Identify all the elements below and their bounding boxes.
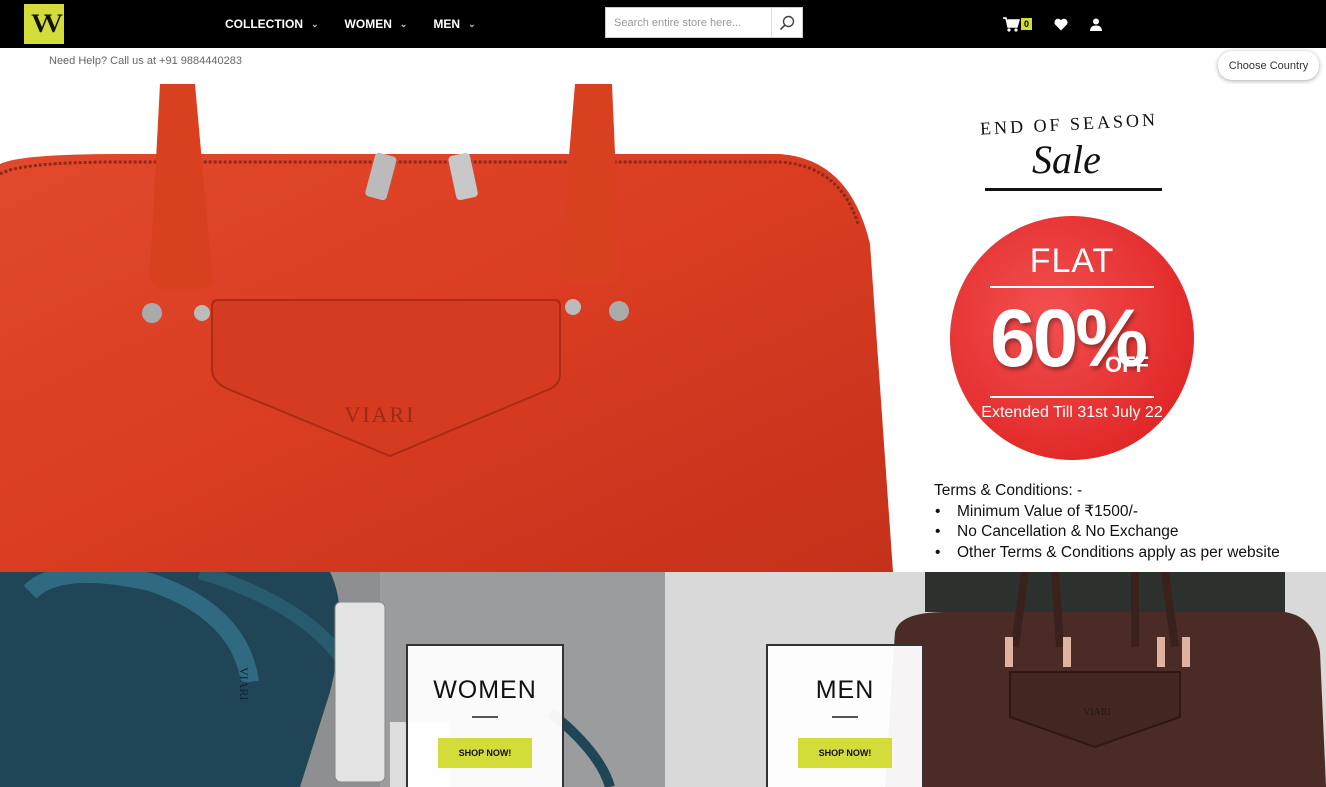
card-divider bbox=[832, 716, 858, 718]
promo-divider bbox=[985, 188, 1162, 191]
promo-title: Sale bbox=[1032, 137, 1101, 182]
search-box bbox=[605, 7, 803, 38]
terms-block: Terms & Conditions: - Minimum Value of ₹… bbox=[934, 481, 1280, 563]
svg-text:VIARI: VIARI bbox=[237, 667, 251, 700]
discount-divider bbox=[990, 286, 1154, 288]
heart-icon bbox=[1054, 18, 1068, 30]
logo-mark: VV bbox=[31, 9, 62, 38]
nav-item-men[interactable]: MEN ⌄ bbox=[433, 17, 475, 31]
user-icon bbox=[1090, 18, 1103, 31]
hero-bag-image: VIARI bbox=[0, 84, 900, 572]
men-shop-now-button[interactable]: SHOP NOW! bbox=[798, 738, 892, 768]
cart-count-badge: 0 bbox=[1021, 18, 1033, 30]
brand-logo[interactable]: VV bbox=[24, 4, 64, 44]
nav-label: COLLECTION bbox=[225, 17, 303, 31]
women-category-tile[interactable]: VIARI WOMEN SHOP NOW! bbox=[0, 572, 665, 787]
nav-label: MEN bbox=[433, 17, 461, 31]
women-card: WOMEN SHOP NOW! bbox=[406, 644, 564, 787]
choose-country-button[interactable]: Choose Country bbox=[1218, 51, 1319, 80]
search-button[interactable] bbox=[771, 8, 802, 37]
discount-divider bbox=[990, 396, 1154, 398]
discount-off-label: OFF bbox=[1105, 352, 1149, 377]
wishlist-button[interactable] bbox=[1054, 18, 1068, 31]
cart-icon bbox=[1003, 16, 1020, 32]
cart-button[interactable]: 0 bbox=[1003, 16, 1033, 32]
top-bar: VV COLLECTION ⌄ WOMEN ⌄ MEN ⌄ 0 bbox=[0, 0, 1326, 48]
discount-circle: FLAT 60% OFF Extended Till 31st July 22 bbox=[950, 216, 1194, 460]
chevron-down-icon: ⌄ bbox=[468, 18, 476, 29]
nav-item-women[interactable]: WOMEN ⌄ bbox=[345, 17, 408, 31]
bag-brand-emboss: VIARI bbox=[344, 402, 415, 427]
men-card: MEN SHOP NOW! bbox=[766, 644, 924, 787]
svg-text:VIARI: VIARI bbox=[1083, 707, 1111, 718]
men-category-tile[interactable]: VIARI MEN SHOP NOW! bbox=[665, 572, 1326, 787]
terms-item: No Cancellation & No Exchange bbox=[934, 522, 1280, 543]
account-button[interactable] bbox=[1090, 18, 1103, 31]
women-tile-image: VIARI bbox=[0, 572, 665, 787]
help-text: Need Help? Call us at +91 9884440283 bbox=[49, 55, 242, 67]
discount-flat-label: FLAT bbox=[1029, 242, 1115, 280]
men-card-title: MEN bbox=[815, 676, 875, 704]
main-nav: COLLECTION ⌄ WOMEN ⌄ MEN ⌄ bbox=[225, 0, 502, 48]
terms-item: Other Terms & Conditions apply as per we… bbox=[934, 543, 1280, 564]
card-divider bbox=[472, 716, 498, 718]
discount-extended-text: Extended Till 31st July 22 bbox=[981, 404, 1163, 421]
hero-banner[interactable]: VIARI END OF SEASON Sale FLAT 60% OFF Ex… bbox=[0, 84, 1326, 572]
women-shop-now-button[interactable]: SHOP NOW! bbox=[438, 738, 532, 768]
search-input[interactable] bbox=[606, 8, 772, 37]
search-icon bbox=[780, 15, 795, 30]
women-card-title: WOMEN bbox=[433, 676, 537, 704]
terms-title: Terms & Conditions: - bbox=[934, 482, 1083, 499]
nav-item-collection[interactable]: COLLECTION ⌄ bbox=[225, 17, 319, 31]
header-icons: 0 bbox=[1003, 0, 1124, 48]
terms-item: Minimum Value of ₹1500/- bbox=[934, 502, 1280, 523]
nav-label: WOMEN bbox=[344, 17, 392, 31]
men-tile-image: VIARI bbox=[665, 572, 1326, 787]
chevron-down-icon: ⌄ bbox=[311, 18, 319, 29]
chevron-down-icon: ⌄ bbox=[399, 18, 408, 29]
